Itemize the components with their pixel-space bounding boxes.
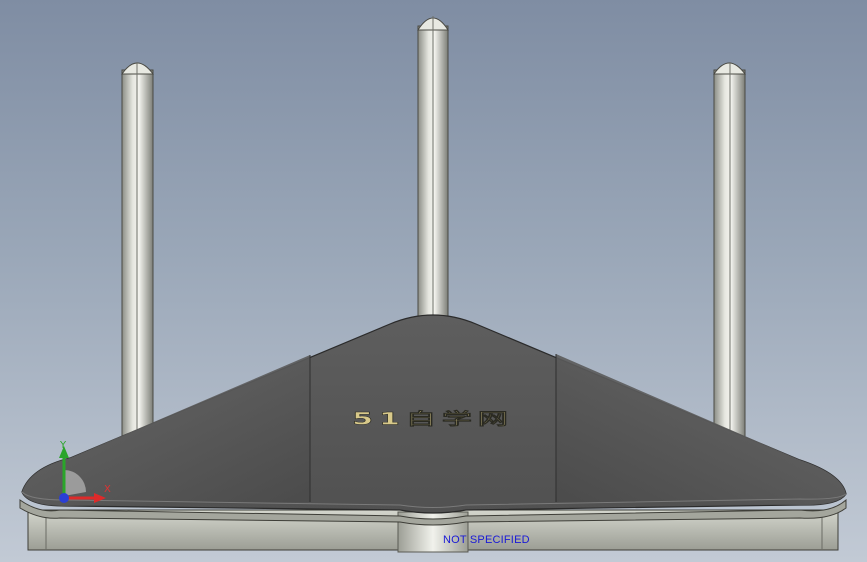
router-3d-model[interactable]: 51自学网: [0, 0, 867, 562]
x-axis-label: X: [104, 484, 111, 495]
engraved-logo: 51自学网: [352, 409, 514, 428]
antenna-left[interactable]: [121, 62, 154, 451]
y-axis-label: Y: [60, 440, 67, 451]
z-axis-origin-icon: [59, 493, 69, 503]
antenna-center[interactable]: [417, 16, 449, 327]
graphics-viewport[interactable]: 51自学网 Y X NOT SPECIFIED: [0, 0, 867, 562]
axis-triad: Y X: [44, 440, 114, 510]
antenna-right[interactable]: [713, 62, 746, 451]
material-status-label: NOT SPECIFIED: [443, 534, 530, 546]
